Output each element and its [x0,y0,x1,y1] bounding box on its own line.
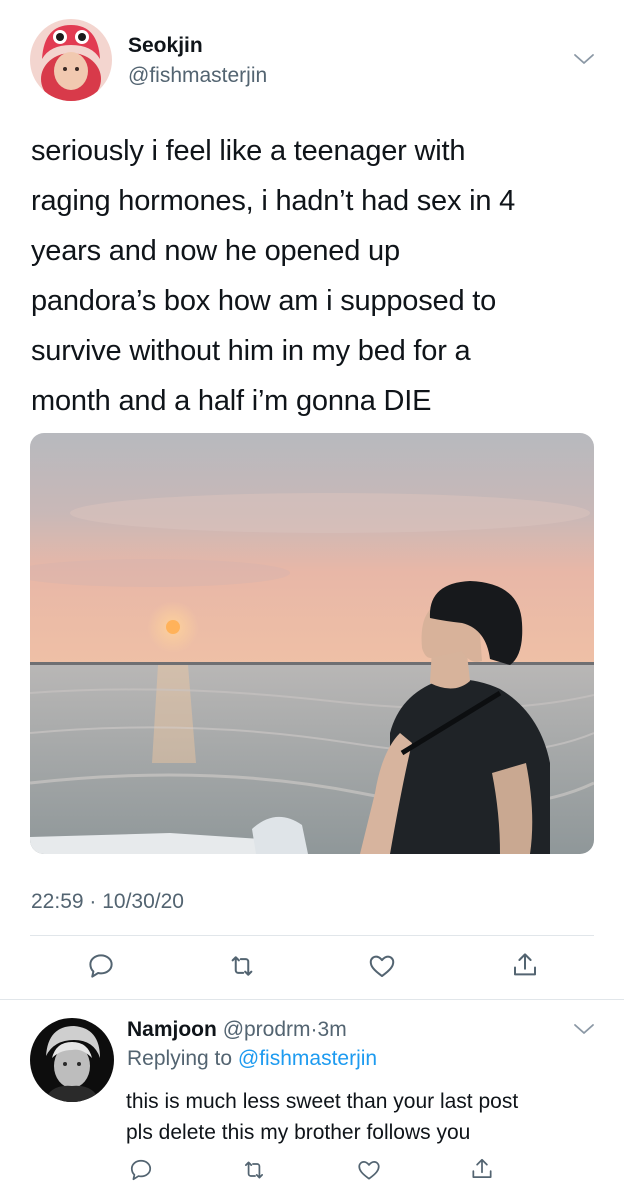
divider [0,999,624,1000]
reply-time[interactable]: 3m [318,1018,347,1041]
tweet-text-line: raging hormones, i hadn’t had sex in 4 [31,185,516,217]
tweet-photo[interactable] [30,433,594,854]
tweet-text-line: month and a half i’m gonna DIE [31,385,432,417]
reply-author-handle[interactable]: @prodrm [223,1018,311,1041]
tweet-text-line: pandora’s box how am i supposed to [31,285,497,317]
reply-text-line: this is much less sweet than your last p… [126,1090,519,1113]
chevron-down-icon[interactable] [572,1020,596,1038]
replying-to-link[interactable]: @fishmasterjin [238,1047,377,1070]
chevron-down-icon[interactable] [572,50,596,68]
replying-to-line: Replying to @fishmasterjin [127,1047,377,1071]
reply-text-line: pls delete this my brother follows you [126,1121,471,1144]
reply-author-display-name[interactable]: Namjoon [127,1018,217,1041]
separator: · [310,1018,318,1041]
author-display-name[interactable]: Seokjin [128,34,203,58]
retweet-icon[interactable] [241,1157,267,1183]
tweet-text: seriously i feel like a teenager with ra… [31,126,606,426]
tweet-text-line: seriously i feel like a teenager with [31,135,466,167]
reply-author-avatar[interactable] [30,1018,114,1102]
share-icon[interactable] [510,950,540,980]
share-icon[interactable] [469,1156,495,1182]
tweet-text-line: survive without him in my bed for a [31,335,471,367]
like-icon[interactable] [356,1157,382,1183]
author-handle[interactable]: @fishmasterjin [128,64,267,88]
reply-text: this is much less sweet than your last p… [126,1086,606,1148]
like-icon[interactable] [367,951,397,981]
retweet-icon[interactable] [227,951,257,981]
tweet-timestamp[interactable]: 22:59 · 10/30/20 [31,890,184,914]
divider [30,935,594,936]
replying-to-prefix: Replying to [127,1047,238,1070]
reply-icon[interactable] [128,1157,154,1183]
reply-header: Namjoon @prodrm·3m [127,1018,347,1042]
reply-icon[interactable] [86,951,116,981]
avatar-image [30,1018,114,1102]
author-avatar[interactable] [30,19,112,101]
tweet-text-line: years and now he opened up [31,235,400,267]
sunset-boat-photo [30,433,594,854]
avatar-image [30,19,112,101]
